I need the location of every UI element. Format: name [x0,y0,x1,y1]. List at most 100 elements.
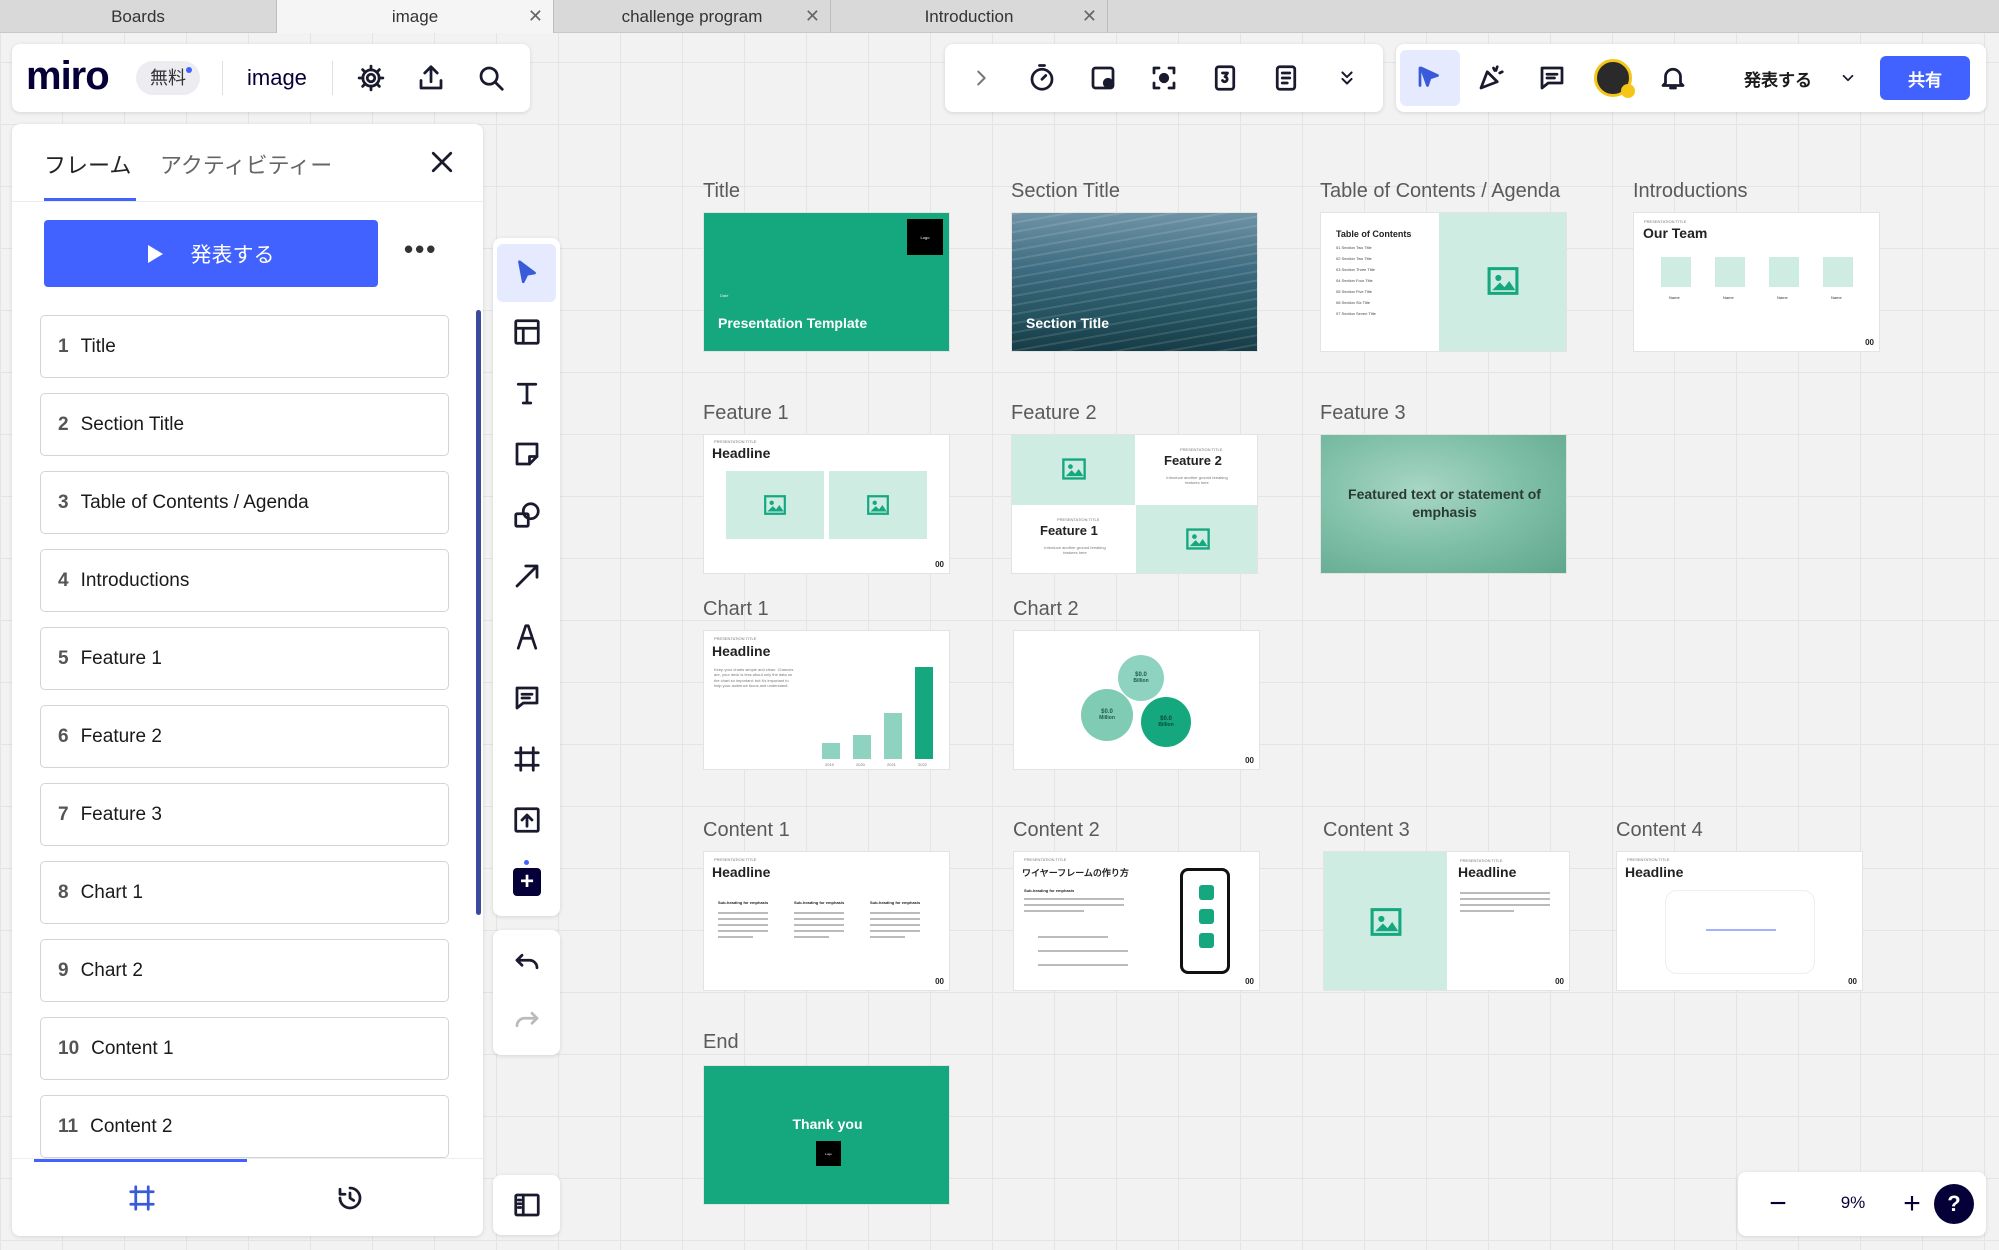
sidebar-item-title[interactable]: 1 Title [40,315,449,378]
close-icon[interactable]: ✕ [805,6,820,27]
frame-label-toc[interactable]: Table of Contents / Agenda [1320,180,1560,203]
kicker: PRESENTATION TITLE [1460,858,1503,863]
frame-label-section[interactable]: Section Title [1011,180,1120,203]
tab-activity[interactable]: アクティビティー [160,148,332,180]
select-cursor-icon[interactable] [1400,50,1460,106]
undo-redo-bar [493,930,560,1055]
frame-content-1[interactable]: PRESENTATION TITLE Headline Sub-heading … [703,851,950,991]
comment-icon[interactable] [1530,56,1574,100]
sidebar-item-feature-2[interactable]: 6 Feature 2 [40,705,449,768]
chevron-right-icon[interactable] [959,56,1003,100]
frame-label-content-2[interactable]: Content 2 [1013,819,1100,842]
upload-icon[interactable] [409,56,453,100]
text-lines [718,912,768,942]
miro-logo[interactable]: miro [26,54,110,99]
close-icon[interactable]: ✕ [1082,6,1097,27]
celebrate-icon[interactable] [1469,56,1513,100]
present-button[interactable]: 発表する [1718,56,1838,100]
select-cursor-icon[interactable] [497,244,556,302]
sidebar-item-feature-1[interactable]: 5 Feature 1 [40,627,449,690]
frame-introductions[interactable]: PRESENTATION TITLE Our Team Name Name Na… [1633,212,1880,352]
frame-label-content-1[interactable]: Content 1 [703,819,790,842]
chevron-down-icon[interactable] [1830,56,1866,100]
text-icon[interactable] [505,371,549,415]
notes-icon[interactable] [1264,56,1308,100]
frame-toc[interactable]: Table of Contents 01 Section Two Title 0… [1320,212,1567,352]
frame-chart-2[interactable]: $0.0 Billion $0.0 Million $0.0 Billion 0… [1013,630,1260,770]
sidebar-item-toc[interactable]: 3 Table of Contents / Agenda [40,471,449,534]
frame-end[interactable]: Thank you Logo [703,1065,950,1205]
frame-label-end[interactable]: End [703,1031,739,1054]
gear-icon[interactable] [349,56,393,100]
focus-icon[interactable] [1142,56,1186,100]
frame-title[interactable]: Logo Date Presentation Template [703,212,950,352]
arrow-icon[interactable] [505,554,549,598]
sidebar-item-content-1[interactable]: 10 Content 1 [40,1017,449,1080]
frame-chart-1[interactable]: PRESENTATION TITLE Headline Keep your ch… [703,630,950,770]
timer-icon[interactable] [1020,56,1064,100]
team-photo [1661,257,1691,287]
sidebar-item-section-title[interactable]: 2 Section Title [40,393,449,456]
frame-label-chart-2[interactable]: Chart 2 [1013,598,1079,621]
notification-dot [524,860,529,865]
redo-icon[interactable] [505,1000,549,1044]
history-icon[interactable] [328,1176,372,1220]
plan-badge[interactable]: 無料 [136,61,200,95]
more-options-icon[interactable]: ••• [404,234,437,265]
double-chevron-down-icon[interactable] [1325,56,1369,100]
pen-icon[interactable] [505,615,549,659]
frame-section-title[interactable]: Section Title [1011,212,1258,352]
frame-content-3[interactable]: PRESENTATION TITLE Headline 00 [1323,851,1570,991]
share-button[interactable]: 共有 [1880,56,1970,100]
frame-feature-3[interactable]: Featured text or statement of emphasis [1320,434,1567,574]
tab-frames[interactable]: フレーム [44,148,131,180]
zoom-level[interactable]: 9% [1818,1193,1888,1213]
frame-feature-1[interactable]: PRESENTATION TITLE Headline 00 [703,434,950,574]
frame-icon[interactable] [505,737,549,781]
toc-item: 03 Section Three Title [1336,267,1375,272]
frame-label-feature-2[interactable]: Feature 2 [1011,402,1097,425]
page-number: 00 [935,560,944,569]
sidebar-item-feature-3[interactable]: 7 Feature 3 [40,783,449,846]
shapes-icon[interactable] [505,493,549,537]
comment-icon[interactable] [505,676,549,720]
sidebar-item-content-2[interactable]: 11 Content 2 [40,1095,449,1158]
sidebar-item-introductions[interactable]: 4 Introductions [40,549,449,612]
frame-content-2[interactable]: PRESENTATION TITLE ワイヤーフレームの作り方 Sub-head… [1013,851,1260,991]
tab-introduction[interactable]: Introduction ✕ [831,0,1108,33]
sidebar-scrollbar[interactable] [476,310,481,915]
frames-view-icon[interactable] [120,1176,164,1220]
avatar[interactable] [1594,59,1635,98]
sidebar-toggle-icon[interactable] [505,1183,549,1227]
search-icon[interactable] [469,56,513,100]
sidebar-item-chart-1[interactable]: 8 Chart 1 [40,861,449,924]
tab-challenge-program[interactable]: challenge program ✕ [554,0,831,33]
undo-icon[interactable] [505,942,549,986]
frame-label-chart-1[interactable]: Chart 1 [703,598,769,621]
board-name[interactable]: image [247,65,307,91]
templates-icon[interactable] [505,310,549,354]
tab-image[interactable]: image ✕ [277,0,554,33]
frame-label-content-3[interactable]: Content 3 [1323,819,1410,842]
frame-label-introductions[interactable]: Introductions [1633,180,1748,203]
frame-add-icon[interactable] [1081,56,1125,100]
counter-icon[interactable] [1203,56,1247,100]
close-icon[interactable]: ✕ [528,6,543,27]
frame-label-feature-1[interactable]: Feature 1 [703,402,789,425]
present-frames-button[interactable]: 発表する [44,220,378,287]
sticky-note-icon[interactable] [505,432,549,476]
tab-boards[interactable]: Boards [0,0,277,33]
zoom-out-button[interactable]: − [1758,1184,1798,1224]
close-icon[interactable] [420,140,464,184]
bell-icon[interactable] [1651,56,1695,100]
zoom-in-button[interactable]: + [1892,1184,1932,1224]
help-icon[interactable]: ? [1934,1184,1974,1224]
upload-icon[interactable] [505,798,549,842]
frame-content-4[interactable]: PRESENTATION TITLE Headline 00 [1616,851,1863,991]
sidebar-item-chart-2[interactable]: 9 Chart 2 [40,939,449,1002]
frame-feature-2[interactable]: PRESENTATION TITLE Feature 2 Introduce a… [1011,434,1258,574]
frame-label-feature-3[interactable]: Feature 3 [1320,402,1406,425]
add-icon[interactable]: + [513,868,541,896]
frame-label-title[interactable]: Title [703,180,740,203]
frame-label-content-4[interactable]: Content 4 [1616,819,1703,842]
